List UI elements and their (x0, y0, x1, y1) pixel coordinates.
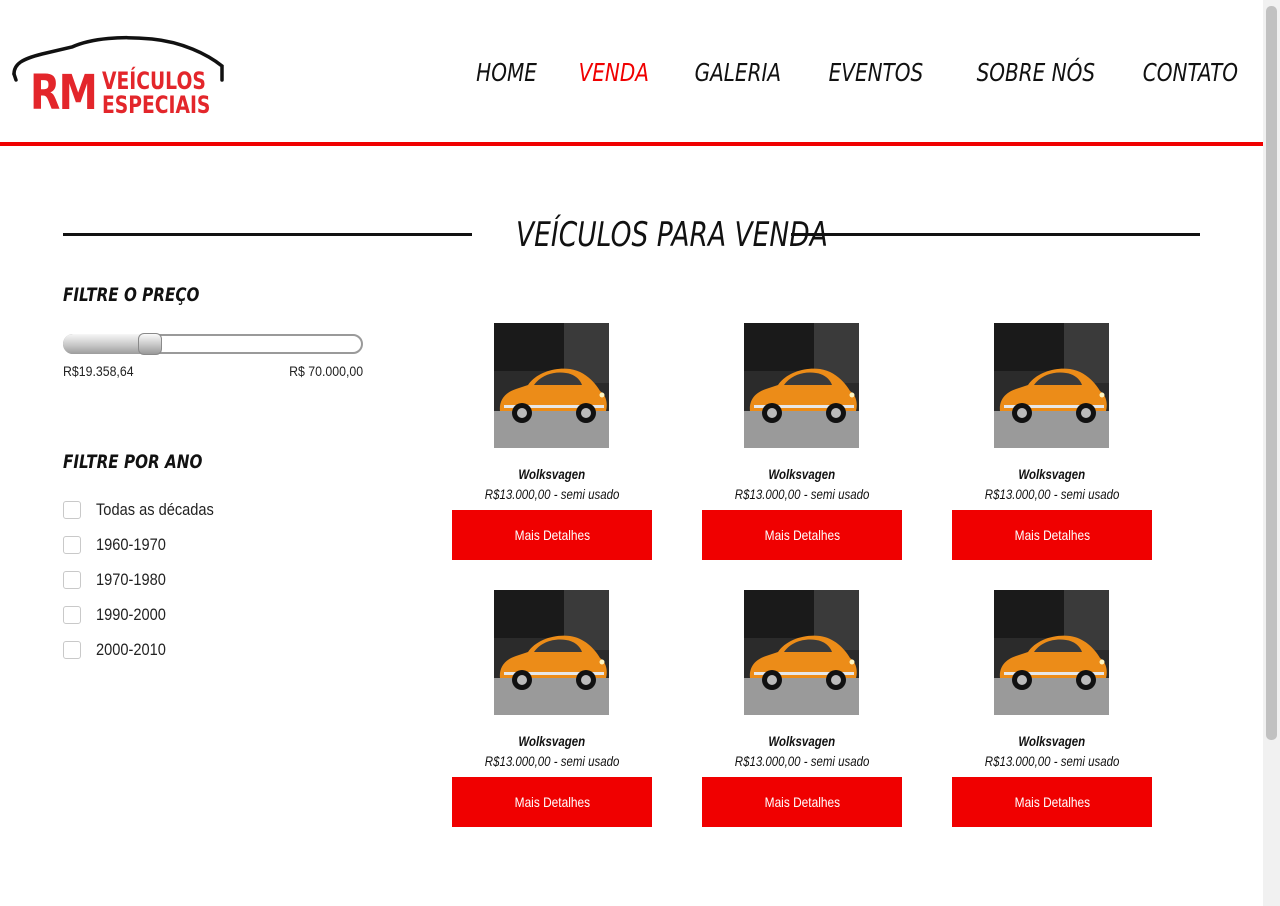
title-line-left (63, 233, 472, 236)
page-title-text: VEÍCULOS PARA VENDA (515, 215, 828, 255)
product-name: Wolksvagen (452, 732, 652, 750)
year-option-label: 1960-1970 (96, 534, 166, 554)
slider-handle[interactable] (138, 333, 162, 355)
details-button-label: Mais Detalhes (764, 794, 840, 810)
product-price: R$13.000,00 - semi usado (702, 752, 902, 770)
year-option-1990-2000[interactable]: 1990-2000 (63, 597, 383, 632)
details-button-label: Mais Detalhes (514, 527, 590, 543)
product-card: Wolksvagen R$13.000,00 - semi usado Mais… (702, 323, 902, 560)
product-card: Wolksvagen R$13.000,00 - semi usado Mais… (702, 590, 902, 827)
product-name-text: Wolksvagen (768, 733, 836, 749)
year-options: Todas as décadas 1960-1970 1970-1980 199… (63, 492, 383, 667)
filters-sidebar: FILTRE O PREÇO R$19.358,64 R$ 70.000,00 … (63, 280, 383, 667)
logo-initials: RM (30, 65, 98, 121)
car-photo[interactable] (494, 590, 609, 715)
product-price-text: R$13.000,00 - semi usado (484, 753, 620, 769)
header-divider (0, 142, 1263, 146)
price-filter-heading: FILTRE O PREÇO (63, 284, 200, 306)
details-button-label: Mais Detalhes (764, 527, 840, 543)
car-photo[interactable] (994, 590, 1109, 715)
details-button[interactable]: Mais Detalhes (452, 510, 652, 560)
nav-contato[interactable]: CONTATO (1143, 56, 1238, 90)
nav-venda[interactable]: VENDA (578, 56, 648, 90)
details-button[interactable]: Mais Detalhes (702, 777, 902, 827)
site-logo[interactable]: RM VEÍCULOS ESPECIAIS (12, 34, 224, 122)
nav-galeria[interactable]: GALERIA (694, 56, 780, 90)
price-max-label: R$ 70.000,00 (289, 363, 363, 379)
checkbox[interactable] (63, 535, 81, 554)
car-photo[interactable] (744, 323, 859, 448)
price-range-slider[interactable] (63, 333, 363, 355)
year-option-2000-2010[interactable]: 2000-2010 (63, 632, 383, 667)
main-nav: HOME VENDA GALERIA EVENTOS SOBRE NÓS CON… (476, 56, 1238, 90)
title-line-right (791, 233, 1200, 236)
product-name-text: Wolksvagen (518, 466, 586, 482)
nav-sobre-nos[interactable]: SOBRE NÓS (977, 56, 1095, 90)
checkbox[interactable] (63, 500, 81, 519)
product-price: R$13.000,00 - semi usado (452, 752, 652, 770)
checkbox[interactable] (63, 570, 81, 589)
year-filter-heading: FILTRE POR ANO (63, 451, 203, 473)
section-title: VEÍCULOS PARA VENDA (63, 212, 1200, 258)
product-price-text: R$13.000,00 - semi usado (734, 486, 870, 502)
product-price: R$13.000,00 - semi usado (702, 485, 902, 503)
product-name: Wolksvagen (702, 732, 902, 750)
product-name-text: Wolksvagen (518, 733, 586, 749)
product-name-text: Wolksvagen (1018, 466, 1086, 482)
price-range-labels: R$19.358,64 R$ 70.000,00 (63, 363, 363, 383)
product-price: R$13.000,00 - semi usado (452, 485, 652, 503)
product-name: Wolksvagen (452, 465, 652, 483)
checkbox[interactable] (63, 640, 81, 659)
year-option-label: 1970-1980 (96, 569, 166, 589)
car-photo[interactable] (994, 323, 1109, 448)
details-button-label: Mais Detalhes (514, 794, 590, 810)
year-option-1970-1980[interactable]: 1970-1980 (63, 562, 383, 597)
product-price-text: R$13.000,00 - semi usado (984, 753, 1120, 769)
product-price-text: R$13.000,00 - semi usado (734, 753, 870, 769)
product-card: Wolksvagen R$13.000,00 - semi usado Mais… (952, 323, 1152, 560)
year-option-all[interactable]: Todas as décadas (63, 492, 383, 527)
logo-line-2: ESPECIAIS (102, 91, 211, 119)
details-button[interactable]: Mais Detalhes (952, 777, 1152, 827)
scrollbar-thumb[interactable] (1266, 6, 1277, 740)
page-scrollbar[interactable] (1263, 0, 1280, 906)
logo-line-1: VEÍCULOS (102, 67, 206, 95)
year-option-1960-1970[interactable]: 1960-1970 (63, 527, 383, 562)
product-price-text: R$13.000,00 - semi usado (484, 486, 620, 502)
product-card: Wolksvagen R$13.000,00 - semi usado Mais… (952, 590, 1152, 827)
year-option-label: 2000-2010 (96, 639, 166, 659)
product-card: Wolksvagen R$13.000,00 - semi usado Mais… (452, 590, 652, 827)
product-name: Wolksvagen (702, 465, 902, 483)
year-option-label: 1990-2000 (96, 604, 166, 624)
product-name: Wolksvagen (952, 465, 1152, 483)
car-photo[interactable] (494, 323, 609, 448)
details-button-label: Mais Detalhes (1014, 794, 1090, 810)
car-photo[interactable] (744, 590, 859, 715)
year-option-label: Todas as décadas (96, 499, 214, 519)
page-title: VEÍCULOS PARA VENDA (472, 212, 828, 258)
product-name-text: Wolksvagen (768, 466, 836, 482)
product-name-text: Wolksvagen (1018, 733, 1086, 749)
slider-fill (63, 334, 149, 354)
product-price-text: R$13.000,00 - semi usado (984, 486, 1120, 502)
site-header: RM VEÍCULOS ESPECIAIS HOME VENDA GALERIA… (0, 0, 1263, 146)
product-price: R$13.000,00 - semi usado (952, 485, 1152, 503)
product-price: R$13.000,00 - semi usado (952, 752, 1152, 770)
nav-eventos[interactable]: EVENTOS (828, 56, 923, 90)
nav-home[interactable]: HOME (476, 56, 537, 90)
details-button-label: Mais Detalhes (1014, 527, 1090, 543)
product-card: Wolksvagen R$13.000,00 - semi usado Mais… (452, 323, 652, 560)
product-name: Wolksvagen (952, 732, 1152, 750)
details-button[interactable]: Mais Detalhes (452, 777, 652, 827)
checkbox[interactable] (63, 605, 81, 624)
details-button[interactable]: Mais Detalhes (952, 510, 1152, 560)
details-button[interactable]: Mais Detalhes (702, 510, 902, 560)
price-min-label: R$19.358,64 (63, 363, 134, 379)
